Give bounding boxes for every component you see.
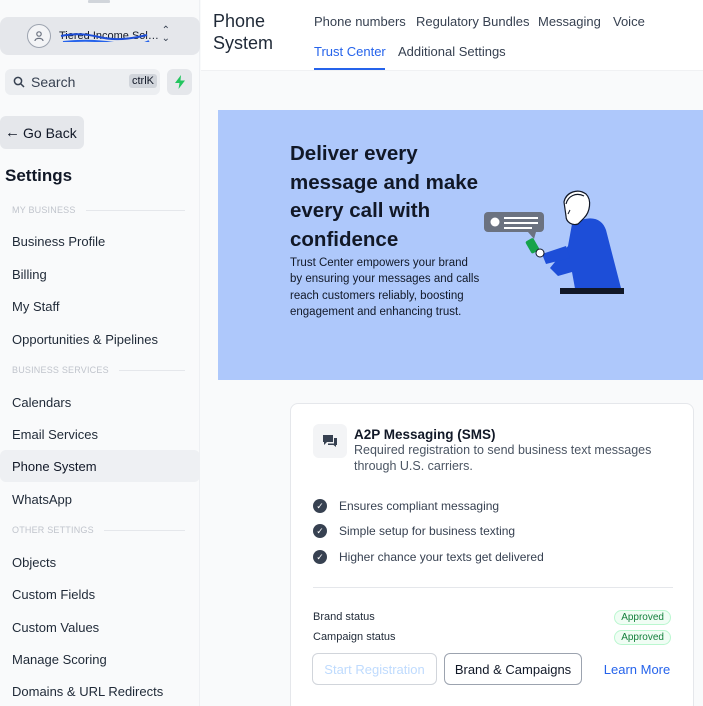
- sidebar-item-calendars[interactable]: Calendars: [0, 386, 200, 418]
- logo-mark: [88, 0, 110, 3]
- account-name: Tiered Income Soli...: [59, 30, 159, 42]
- settings-title: Settings: [5, 166, 73, 185]
- sidebar-item-opportunities[interactable]: Opportunities & Pipelines: [0, 323, 200, 355]
- brand-status-label: Brand status: [313, 611, 375, 623]
- lightning-icon: [174, 75, 185, 89]
- go-back-label: Go Back: [23, 124, 77, 141]
- chevron-up-down-icon: ⌃ ⌄: [161, 25, 170, 44]
- trust-center-banner: Deliver every message and make every cal…: [218, 110, 703, 380]
- sidebar-item-custom-fields[interactable]: Custom Fields: [0, 578, 200, 610]
- check-circle-icon: ✓: [313, 524, 327, 538]
- sidebar-item-whatsapp[interactable]: WhatsApp: [0, 483, 200, 515]
- section-heading: OTHER SETTINGS: [12, 525, 185, 535]
- card-title: A2P Messaging (SMS): [354, 427, 496, 442]
- search-input[interactable]: Search ctrlK: [5, 69, 160, 95]
- banner-headline: Deliver every message and make every cal…: [290, 142, 479, 251]
- tab-phone-numbers[interactable]: Phone numbers: [314, 14, 406, 29]
- page-header: Phone System Phone numbers Regulatory Bu…: [201, 0, 703, 71]
- search-label: Search: [31, 74, 76, 90]
- feature-item: ✓ Ensures compliant messaging: [313, 499, 499, 513]
- settings-sidebar: Tiered Income Soli... ⌃ ⌄ Search ctrlK ← …: [0, 0, 200, 706]
- section-heading: MY BUSINESS: [12, 205, 185, 215]
- a2p-messaging-card: A2P Messaging (SMS) Required registratio…: [290, 403, 694, 706]
- campaign-status-label: Campaign status: [313, 631, 396, 643]
- sidebar-item-objects[interactable]: Objects: [0, 546, 200, 578]
- check-circle-icon: ✓: [313, 550, 327, 564]
- sidebar-item-phone-system[interactable]: Phone System: [0, 450, 200, 482]
- check-circle-icon: ✓: [313, 499, 327, 513]
- active-tab-indicator: [314, 68, 385, 70]
- sidebar-item-manage-scoring[interactable]: Manage Scoring: [0, 643, 200, 675]
- redaction-scribble: [60, 33, 150, 42]
- banner-body: Trust Center empowers your brand by ensu…: [290, 257, 480, 318]
- tab-additional-settings[interactable]: Additional Settings: [398, 44, 506, 59]
- sidebar-item-billing[interactable]: Billing: [0, 258, 200, 290]
- feature-item: ✓ Higher chance your texts get delivered: [313, 550, 544, 564]
- tab-trust-center[interactable]: Trust Center: [314, 44, 386, 59]
- tab-messaging[interactable]: Messaging: [538, 14, 601, 29]
- go-back-button[interactable]: ← Go Back: [0, 116, 84, 149]
- arrow-left-icon: ←: [5, 124, 20, 141]
- section-heading: BUSINESS SERVICES: [12, 365, 185, 375]
- sidebar-item-business-profile[interactable]: Business Profile: [0, 225, 200, 257]
- divider: [313, 587, 673, 588]
- sidebar-item-email-services[interactable]: Email Services: [0, 418, 200, 450]
- user-icon: [27, 24, 51, 48]
- page-title: Phone System: [213, 11, 274, 53]
- status-badge: Approved: [614, 610, 671, 625]
- search-icon: [13, 76, 25, 88]
- account-switcher[interactable]: Tiered Income Soli... ⌃ ⌄: [0, 17, 200, 55]
- person-texting-illustration: [484, 190, 624, 294]
- learn-more-link[interactable]: Learn More: [601, 653, 673, 685]
- sidebar-item-my-staff[interactable]: My Staff: [0, 290, 200, 322]
- feature-item: ✓ Simple setup for business texting: [313, 524, 515, 538]
- tab-voice[interactable]: Voice: [613, 14, 645, 29]
- brand-campaigns-button[interactable]: Brand & Campaigns: [444, 653, 582, 685]
- sidebar-item-custom-values[interactable]: Custom Values: [0, 611, 200, 643]
- shortcut-hint: ctrlK: [129, 74, 157, 88]
- sidebar-item-domains[interactable]: Domains & URL Redirects: [0, 675, 200, 706]
- start-registration-button[interactable]: Start Registration: [312, 653, 437, 685]
- chat-bubbles-icon: [313, 424, 347, 458]
- card-description: Required registration to send business t…: [354, 443, 652, 473]
- status-badge: Approved: [614, 630, 671, 645]
- quick-action-button[interactable]: [167, 69, 192, 95]
- tab-regulatory-bundles[interactable]: Regulatory Bundles: [416, 14, 529, 29]
